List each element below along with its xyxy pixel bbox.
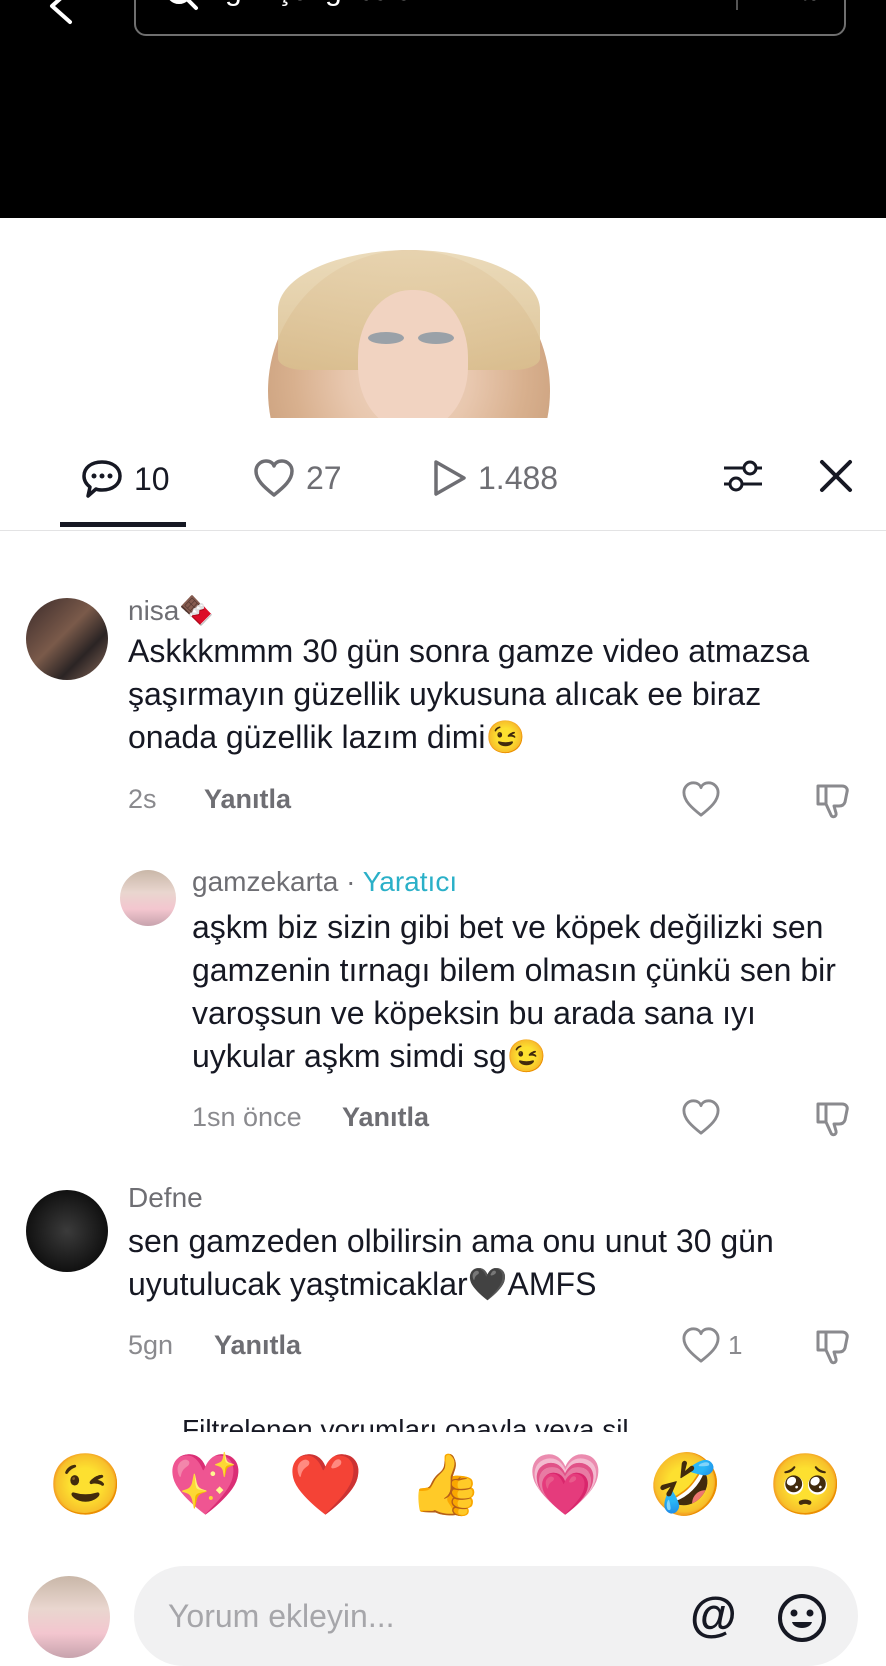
creator-badge: Yaratıcı [362, 866, 458, 897]
dislike-icon[interactable] [814, 1326, 854, 1366]
comment-input[interactable] [134, 1566, 858, 1666]
sparkling-heart-emoji[interactable]: 💖 [168, 1450, 243, 1520]
comment-text: sen gamzeden olbilirsin ama onu unut 30 … [128, 1223, 774, 1302]
comment-time: 2s [128, 784, 157, 814]
tab-likes[interactable]: 27 [252, 458, 342, 498]
emoji-quick-bar: 😉 💖 ❤️ 👍 💗 🤣 🥺 [0, 1432, 886, 1542]
comment-username[interactable]: gamzekarta · Yaratıcı [192, 866, 457, 898]
comment-text: Askkkmmm 30 gün sonra gamze video atmazs… [128, 633, 810, 755]
pleading-face-emoji[interactable]: 🥺 [768, 1450, 843, 1520]
wink-emoji[interactable]: 😉 [48, 1450, 123, 1520]
heart-icon [682, 1099, 720, 1135]
comment-like-button[interactable] [680, 1098, 722, 1136]
dislike-icon[interactable] [814, 1098, 854, 1138]
heart-icon [252, 458, 296, 498]
search-divider [736, 0, 738, 10]
creator-username[interactable]: gamzekarta [192, 866, 338, 897]
avatar[interactable] [26, 598, 108, 680]
filter-icon[interactable] [722, 456, 764, 496]
search-icon [169, 0, 198, 10]
separator-dot: · [346, 866, 356, 897]
comment-username[interactable]: nisa🍫 [128, 594, 214, 627]
search-button[interactable]: Ara [766, 0, 816, 8]
filtered-comments-link[interactable]: Filtrelenen yorumları onayla veya sil [182, 1414, 629, 1432]
avatar[interactable] [120, 870, 176, 926]
comment-like-button[interactable] [680, 780, 722, 818]
heart-icon [682, 781, 720, 817]
play-count: 1.488 [478, 459, 559, 496]
stats-bar: 10 27 1.488 [0, 418, 886, 531]
reply-button[interactable]: Yanıtla [204, 784, 291, 815]
comment-time: 1sn önce [192, 1102, 302, 1132]
top-bar: İlgili içeriği bulun Ara [0, 0, 886, 218]
search-input[interactable]: İlgili içeriği bulun [210, 0, 430, 8]
avatar[interactable] [28, 1576, 110, 1658]
growing-heart-emoji[interactable]: 💗 [528, 1450, 603, 1520]
reply-button[interactable]: Yanıtla [342, 1102, 429, 1133]
comment-count: 10 [134, 460, 170, 497]
comment-icon [80, 458, 124, 500]
mention-icon[interactable]: @ [690, 1592, 737, 1640]
red-heart-emoji[interactable]: ❤️ [288, 1450, 363, 1520]
avatar[interactable] [26, 1190, 108, 1272]
back-arrow-icon[interactable] [40, 0, 80, 26]
reply-button[interactable]: Yanıtla [214, 1330, 301, 1361]
heart-icon [682, 1327, 720, 1363]
tab-plays[interactable]: 1.488 [430, 458, 558, 498]
comment-username[interactable]: Defne [128, 1182, 203, 1214]
thumbnail-image [268, 250, 550, 418]
dislike-icon[interactable] [814, 780, 854, 820]
comment-input-row: @ [0, 1552, 886, 1666]
thumbs-up-emoji[interactable]: 👍 [408, 1450, 483, 1520]
comment-like-count: 1 [728, 1329, 743, 1360]
search-box[interactable]: İlgili içeriği bulun Ara [134, 0, 846, 36]
comment-time: 5gn [128, 1330, 174, 1360]
comment-like-button[interactable]: 1 [680, 1326, 742, 1364]
tab-comments[interactable]: 10 [80, 458, 170, 500]
like-count: 27 [306, 459, 342, 496]
play-icon [430, 458, 468, 498]
video-thumbnail[interactable] [268, 250, 550, 418]
rofl-emoji[interactable]: 🤣 [648, 1450, 723, 1520]
emoji-picker-icon[interactable] [776, 1592, 828, 1644]
close-icon[interactable] [818, 458, 854, 494]
active-tab-indicator [60, 522, 186, 527]
comment-text: aşkm biz sizin gibi bet ve köpek değiliz… [192, 909, 836, 1074]
